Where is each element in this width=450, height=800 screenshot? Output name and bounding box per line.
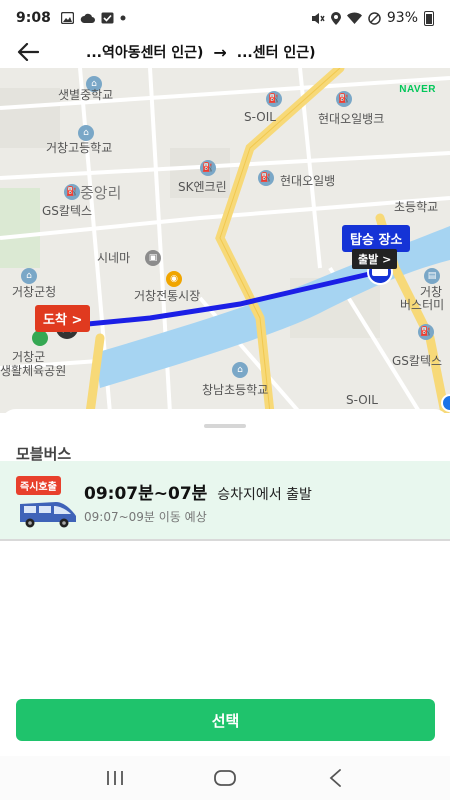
gas-station-icon: ⛽ [64, 184, 80, 200]
route-header: ...역아동센터 인근) → ...센터 인근) [0, 36, 450, 68]
route-title: ...역아동센터 인근) → ...센터 인근) [56, 42, 316, 62]
wifi-icon [346, 12, 362, 24]
origin-label: ...역아동센터 인근) [86, 45, 204, 61]
back-arrow-icon [17, 43, 39, 61]
map-label: 버스터미 [400, 298, 445, 312]
select-button[interactable]: 선택 [16, 699, 435, 741]
notification-icons [60, 12, 126, 24]
market-icon: ◉ [166, 271, 182, 287]
travel-estimate: 09:07~09분 이동 예상 [84, 510, 207, 524]
map-label: S-OIL [346, 393, 378, 407]
status-time: 9:08 [16, 10, 51, 26]
cloud-icon [80, 13, 95, 23]
gas-station-icon: ⛽ [418, 324, 434, 340]
nav-back-button[interactable] [315, 758, 355, 798]
destination-label: ...센터 인근) [236, 45, 316, 61]
check-icon [101, 12, 114, 24]
dot-icon [120, 15, 126, 21]
bottom-sheet: 모블버스 즉시호출 09:07분~07분 승차지에서 출발 09:07~09분 … [0, 409, 450, 800]
status-bar: 9:08 93% [0, 0, 450, 36]
map-label: GS칼텍스 [392, 354, 443, 368]
map-label: 초등학교 [394, 200, 439, 214]
route-arrow: → [213, 42, 227, 62]
departure-time-suffix: 승차지에서 출발 [217, 487, 312, 503]
map-label-district: 중앙리 [80, 184, 122, 202]
sheet-handle[interactable] [204, 424, 246, 428]
arrival-tag[interactable]: 도착 > [35, 305, 91, 332]
battery-percent: 93% [386, 10, 418, 26]
home-icon [214, 770, 236, 786]
map-label: 생활체육공원 [0, 364, 67, 378]
map-label: SK엔크린 [178, 180, 227, 194]
departure-tag[interactable]: 출발 > [352, 249, 398, 269]
van-icon [20, 502, 76, 528]
map-label: S-OIL [244, 110, 276, 124]
mute-icon [311, 12, 325, 24]
ride-option-card[interactable]: 즉시호출 09:07분~07분 승차지에서 출발 09:07~09분 이동 예상 [0, 461, 450, 541]
gas-station-icon: ⛽ [336, 91, 352, 107]
map-label: 현대오일뱅 [280, 174, 336, 188]
boarding-location-tag[interactable]: 탑승 장소 [342, 225, 411, 252]
cinema-icon: ▣ [145, 250, 161, 266]
route-map[interactable]: 人 NAVER ⌂ 샛별중학교 ⌂ 거창고등학교 ⛽ S-OIL ⛽ 현대오일뱅… [0, 68, 450, 413]
map-label: 현대오일뱅크 [318, 112, 385, 126]
image-icon [60, 12, 74, 24]
school-icon: ⌂ [232, 362, 248, 378]
system-nav-bar [0, 756, 450, 800]
map-label: 샛별중학교 [58, 88, 114, 102]
system-icons: 93% [311, 10, 434, 26]
naver-watermark: NAVER [399, 84, 436, 95]
map-label: GS칼텍스 [42, 204, 93, 218]
departure-time: 09:07분~07분 [84, 484, 208, 504]
recent-apps-icon [107, 771, 123, 785]
back-button[interactable] [0, 36, 56, 68]
map-label: 시네마 [97, 251, 131, 265]
government-icon: ⌂ [21, 268, 37, 284]
dnd-icon [368, 11, 381, 25]
map-label: 거창전통시장 [134, 289, 201, 303]
home-button[interactable] [205, 758, 245, 798]
map-label: 창남초등학교 [202, 383, 269, 397]
map-label: 거창군청 [12, 285, 57, 299]
recent-apps-button[interactable] [95, 758, 135, 798]
nav-back-icon [329, 769, 341, 787]
battery-icon [424, 10, 434, 26]
departure-time-row: 09:07분~07분 승차지에서 출발 [84, 479, 312, 504]
gas-station-icon: ⛽ [200, 160, 216, 176]
bus-terminal-icon: ▤ [424, 268, 440, 284]
gas-station-icon: ⛽ [258, 170, 274, 186]
instant-call-badge: 즉시호출 [16, 476, 61, 495]
map-label: 거창고등학교 [46, 141, 113, 155]
gas-station-icon: ⛽ [266, 91, 282, 107]
location-icon [330, 11, 341, 25]
